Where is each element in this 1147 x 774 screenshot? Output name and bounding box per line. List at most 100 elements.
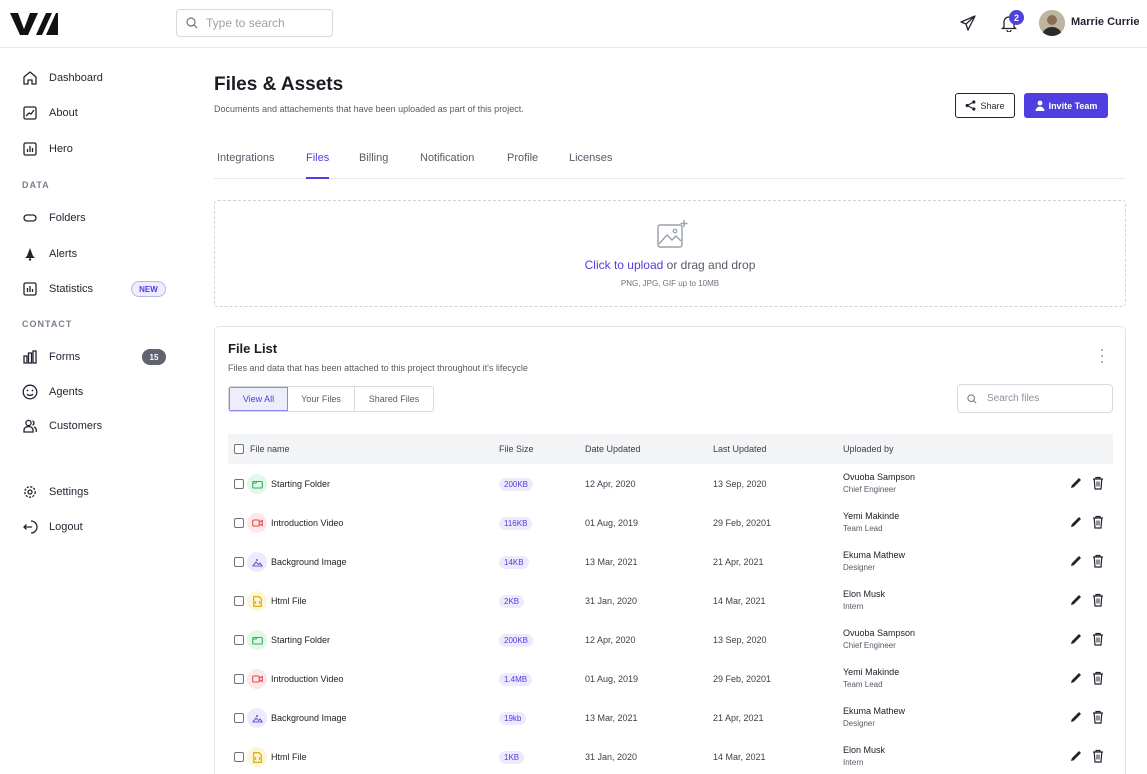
invite-team-button[interactable]: Invite Team	[1024, 93, 1108, 118]
tab-profile[interactable]: Profile	[507, 152, 538, 179]
sidebar-item-folders[interactable]: Folders	[22, 207, 172, 229]
smile-icon	[22, 384, 38, 400]
file-name[interactable]: Background Image	[271, 713, 347, 723]
uploader-role: Designer	[843, 719, 876, 728]
sidebar-item-about[interactable]: About	[22, 102, 172, 124]
tab-billing[interactable]: Billing	[359, 152, 388, 179]
uploader-role: Team Lead	[843, 680, 883, 689]
click-to-upload-link[interactable]: Click to upload	[585, 258, 664, 272]
table-row[interactable]: Html File 1KB 31 Jan, 2020 14 Mar, 2021 Elon…	[228, 737, 1113, 774]
row-checkbox[interactable]	[234, 557, 244, 567]
column-header-last-updated[interactable]: Last Updated	[713, 444, 767, 454]
row-checkbox[interactable]	[234, 596, 244, 606]
page-title: Files & Assets	[214, 74, 344, 95]
file-name[interactable]: Html File	[271, 596, 307, 606]
date-updated: 31 Jan, 2020	[585, 596, 638, 606]
row-checkbox[interactable]	[234, 518, 244, 528]
edit-icon[interactable]	[1069, 476, 1083, 490]
uploader-role: Chief Engineer	[843, 641, 896, 650]
delete-icon[interactable]	[1092, 632, 1104, 646]
row-checkbox[interactable]	[234, 752, 244, 762]
statistics-icon	[22, 281, 38, 297]
sidebar-item-label: About	[49, 107, 78, 119]
sidebar-item-settings[interactable]: Settings	[22, 481, 172, 503]
filter-shared-files[interactable]: Shared Files	[355, 387, 433, 411]
file-name[interactable]: Introduction Video	[271, 674, 343, 684]
column-header-date-updated[interactable]: Date Updated	[585, 444, 641, 454]
tab-notification[interactable]: Notification	[420, 152, 474, 179]
edit-icon[interactable]	[1069, 593, 1083, 607]
delete-icon[interactable]	[1092, 476, 1104, 490]
edit-icon[interactable]	[1069, 671, 1083, 685]
sidebar-item-customers[interactable]: Customers	[22, 415, 172, 437]
row-checkbox[interactable]	[234, 674, 244, 684]
edit-icon[interactable]	[1069, 749, 1083, 763]
file-name[interactable]: Starting Folder	[271, 479, 330, 489]
last-updated: 13 Sep, 2020	[713, 635, 767, 645]
select-all-checkbox[interactable]	[234, 444, 244, 454]
row-checkbox[interactable]	[234, 479, 244, 489]
table-row[interactable]: Background Image 14KB 13 Mar, 2021 21 Apr, …	[228, 542, 1113, 581]
sidebar-item-dashboard[interactable]: Dashboard	[22, 67, 172, 89]
delete-icon[interactable]	[1092, 554, 1104, 568]
last-updated: 21 Apr, 2021	[713, 713, 764, 723]
file-name[interactable]: Starting Folder	[271, 635, 330, 645]
folder-icon	[22, 210, 38, 226]
table-row[interactable]: Background Image 19kb 13 Mar, 2021 21 Apr, …	[228, 698, 1113, 737]
delete-icon[interactable]	[1092, 671, 1104, 685]
edit-icon[interactable]	[1069, 632, 1083, 646]
edit-icon[interactable]	[1069, 554, 1083, 568]
file-name[interactable]: Introduction Video	[271, 518, 343, 528]
forms-count-badge: 15	[142, 349, 166, 365]
table-row[interactable]: Starting Folder 200KB 12 Apr, 2020 13 Sep, …	[228, 464, 1113, 503]
column-header-file-name[interactable]: File name	[250, 444, 290, 454]
file-size-badge: 2KB	[499, 595, 525, 608]
delete-icon[interactable]	[1092, 515, 1104, 529]
sidebar-item-hero[interactable]: Hero	[22, 138, 172, 160]
tab-licenses[interactable]: Licenses	[569, 152, 612, 179]
table-row[interactable]: Starting Folder 200KB 12 Apr, 2020 13 Sep, …	[228, 620, 1113, 659]
file-search-input[interactable]: Search files	[957, 384, 1113, 413]
table-row[interactable]: Introduction Video 116KB 01 Aug, 2019 29 Fe…	[228, 503, 1113, 542]
tab-files[interactable]: Files	[306, 152, 330, 179]
brand-logo[interactable]	[10, 11, 58, 37]
html-file-icon	[247, 591, 267, 611]
chart-line-icon	[22, 105, 38, 121]
file-list-card: File List Files and data that has been a…	[214, 326, 1126, 774]
file-name[interactable]: Html File	[271, 752, 307, 762]
table-row[interactable]: Introduction Video 1.4MB 01 Aug, 2019 29 Fe…	[228, 659, 1113, 698]
filter-view-all[interactable]: View All	[229, 387, 288, 411]
delete-icon[interactable]	[1092, 710, 1104, 724]
share-button[interactable]: Share	[955, 93, 1015, 118]
column-header-uploaded-by[interactable]: Uploaded by	[843, 444, 894, 454]
send-icon[interactable]	[958, 13, 978, 33]
row-checkbox[interactable]	[234, 713, 244, 723]
delete-icon[interactable]	[1092, 593, 1104, 607]
sidebar-item-agents[interactable]: Agents	[22, 381, 172, 403]
user-avatar[interactable]	[1039, 10, 1065, 36]
sidebar-item-label: Forms	[49, 351, 81, 363]
uploader-name: Yemi Makinde	[843, 667, 900, 677]
edit-icon[interactable]	[1069, 710, 1083, 724]
file-name[interactable]: Background Image	[271, 557, 347, 567]
more-options-icon[interactable]	[1099, 349, 1105, 363]
uploader-role: Team Lead	[843, 524, 883, 533]
filter-your-files[interactable]: Your Files	[288, 387, 355, 411]
sidebar-item-alerts[interactable]: Alerts	[22, 243, 172, 265]
global-search-input[interactable]: Type to search	[176, 9, 333, 37]
upload-dropzone[interactable]: Click to upload or drag and drop PNG, JP…	[214, 200, 1126, 307]
tab-integrations[interactable]: Integrations	[217, 152, 274, 179]
uploader-role: Intern	[843, 758, 864, 767]
row-checkbox[interactable]	[234, 635, 244, 645]
edit-icon[interactable]	[1069, 515, 1083, 529]
delete-icon[interactable]	[1092, 749, 1104, 763]
last-updated: 21 Apr, 2021	[713, 557, 764, 567]
last-updated: 29 Feb, 20201	[713, 518, 772, 528]
sidebar-item-logout[interactable]: Logout	[22, 516, 172, 538]
search-placeholder: Type to search	[206, 16, 285, 30]
sidebar-item-label: Dashboard	[49, 72, 103, 84]
last-updated: 29 Feb, 20201	[713, 674, 772, 684]
table-row[interactable]: Html File 2KB 31 Jan, 2020 14 Mar, 2021 Elon…	[228, 581, 1113, 620]
user-name[interactable]: Marrie Currie	[1071, 16, 1139, 28]
column-header-file-size[interactable]: File Size	[499, 444, 534, 454]
